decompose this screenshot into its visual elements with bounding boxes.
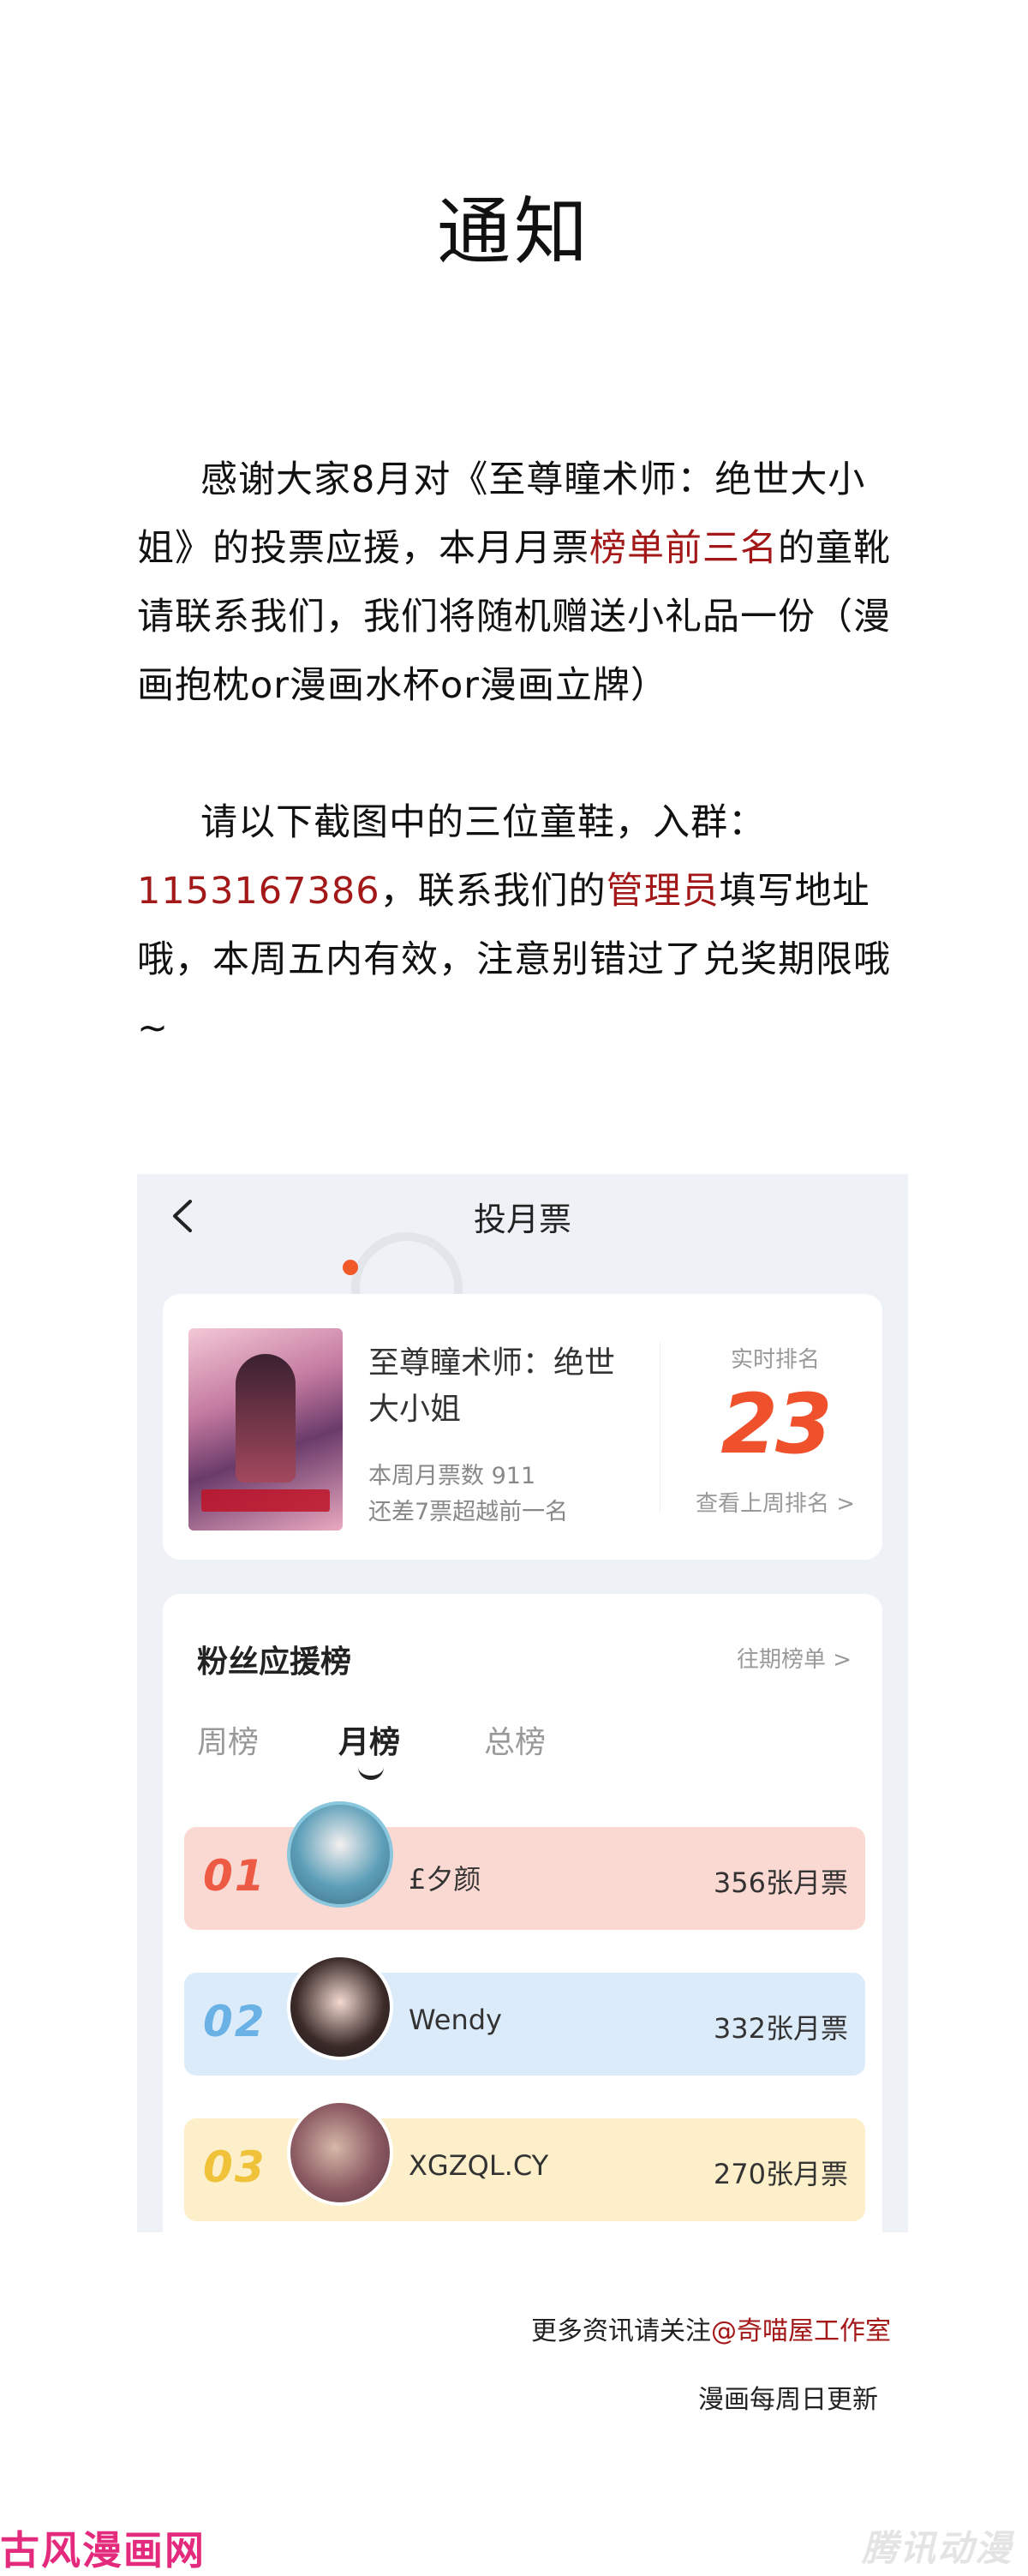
paragraph-2-text-b: ，联系我们的 (380, 870, 607, 913)
tab-monthly[interactable]: 月榜 (338, 1717, 400, 1762)
realtime-rank-value: 23 (720, 1376, 833, 1472)
studio-link[interactable]: @奇喵屋工作室 (711, 2316, 891, 2346)
fan-row[interactable]: 01 £夕颜 356张月票 (184, 1801, 865, 1930)
watermark-right: 腾讯动漫 (861, 2527, 1013, 2569)
fan-votes: 270张月票 (713, 2158, 848, 2190)
fan-rank: 01 (203, 1851, 266, 1901)
book-card: 至尊瞳术师：绝世大小姐 本周月票数 911 还差7票超越前一名 实时排名 23 … (163, 1294, 882, 1560)
cover-title-band (201, 1489, 330, 1512)
notice-title: 通知 (437, 189, 591, 275)
fan-votes: 332张月票 (713, 2012, 848, 2045)
footer-follow-text: 更多资讯请关注 (531, 2316, 711, 2346)
screenshot-page-title: 投月票 (473, 1201, 571, 1238)
tab-weekly[interactable]: 周榜 (197, 1717, 259, 1762)
paragraph-2-text-a: 请以下截图中的三位童鞋，入群： (200, 801, 766, 844)
fan-name: £夕颜 (409, 1863, 481, 1896)
fan-row[interactable]: 02 Wendy 332张月票 (184, 1954, 865, 2076)
tab-total[interactable]: 总榜 (484, 1717, 546, 1762)
vote-screenshot: 投月票 至尊瞳术师：绝世大小姐 本周月票数 911 还差7票超越前一名 实时排名… (137, 1174, 908, 2232)
last-week-rank-link[interactable]: 查看上周排名 > (677, 1486, 874, 1518)
fan-votes: 356张月票 (713, 1866, 848, 1899)
screenshot-header: 投月票 (137, 1174, 908, 1260)
notice-paragraph-2: 请以下截图中的三位童鞋，入群：1153167386，联系我们的管理员填写地址哦，… (137, 788, 891, 1063)
fan-rank: 03 (203, 2142, 266, 2192)
active-tab-indicator (358, 1765, 384, 1780)
avatar (287, 1954, 393, 2060)
paragraph-1-highlight: 榜单前三名 (589, 527, 778, 570)
fan-row[interactable]: 03 XGZQL.CY 270张月票 (184, 2100, 865, 2221)
book-name: 至尊瞳术师：绝世大小姐 (368, 1345, 616, 1427)
footer-update-note: 漫画每周日更新 (698, 2385, 878, 2415)
avatar (287, 1801, 393, 1908)
footer-follow-note: 更多资讯请关注@奇喵屋工作室 (531, 2309, 891, 2347)
fans-board-title: 粉丝应援榜 (197, 1644, 352, 1680)
admin-highlight: 管理员 (606, 870, 720, 913)
group-number: 1153167386 (137, 870, 380, 913)
fan-rank: 02 (203, 1997, 266, 2046)
fan-name: XGZQL.CY (409, 2149, 549, 2182)
past-boards-link[interactable]: 往期榜单 > (737, 1642, 852, 1674)
watermark-left: 古风漫画网 (0, 2527, 206, 2573)
avatar (287, 2100, 393, 2206)
book-cover-image[interactable] (188, 1328, 343, 1531)
cover-figure (236, 1354, 296, 1483)
weekly-votes: 本周月票数 911 (368, 1463, 536, 1489)
vote-gap-note: 还差7票超越前一名 (368, 1499, 569, 1525)
realtime-rank-label: 实时排名 (730, 1347, 820, 1373)
notice-paragraph-1: 感谢大家8月对《至尊瞳术师：绝世大小姐》的投票应援，本月月票榜单前三名的童靴请联… (137, 446, 891, 720)
decorative-dot (343, 1260, 358, 1275)
fans-board-card: 粉丝应援榜 往期榜单 > 周榜 月榜 总榜 01 £夕颜 356张月票 02 W… (163, 1594, 882, 2232)
fan-name: Wendy (409, 2004, 502, 2036)
